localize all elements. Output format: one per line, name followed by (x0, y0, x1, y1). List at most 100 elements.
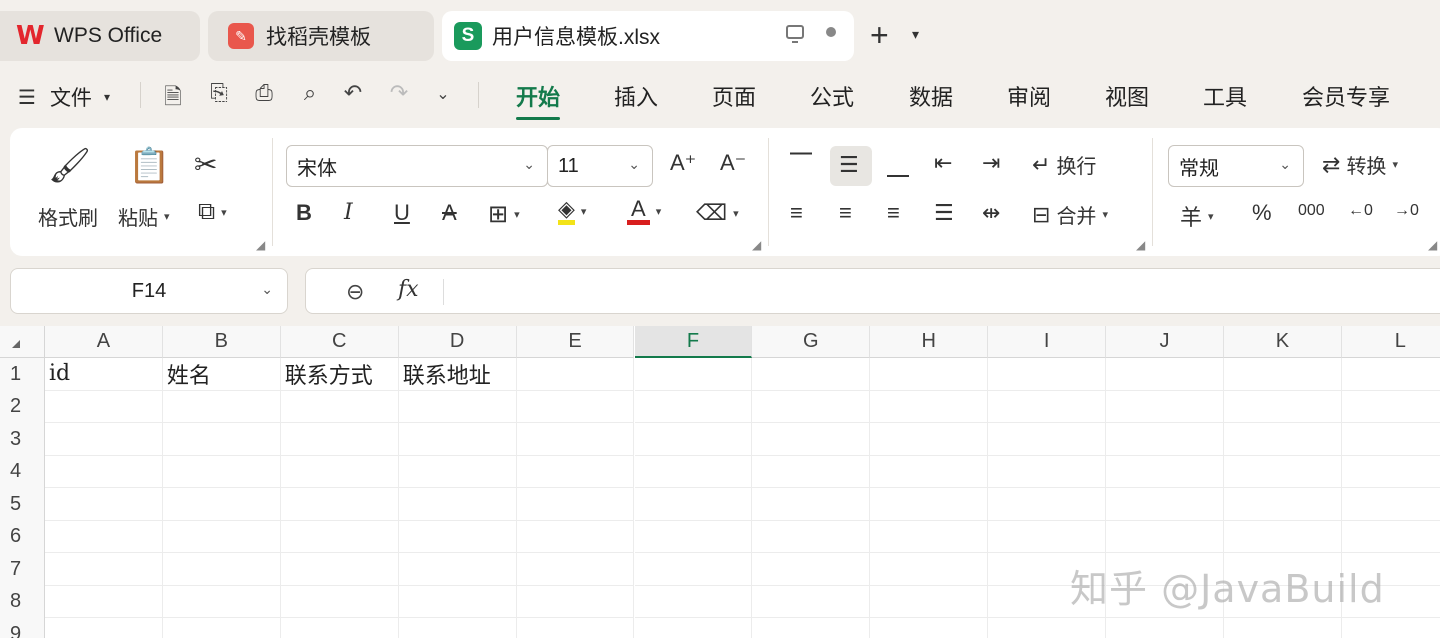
column-header-k[interactable]: K (1224, 326, 1342, 358)
cell-j9[interactable] (1106, 618, 1224, 638)
cell-h1[interactable] (870, 358, 989, 391)
cell-i4[interactable] (988, 455, 1107, 488)
column-header-i[interactable]: I (988, 326, 1107, 358)
row-header-3[interactable]: 3 (0, 423, 45, 456)
increase-indent-icon[interactable]: ⇥ (982, 150, 1000, 176)
decrease-decimal-icon[interactable]: →0 (1394, 202, 1419, 220)
cell-f6[interactable] (634, 520, 753, 553)
increase-font-icon[interactable]: A⁺ (670, 150, 696, 176)
number-format-select[interactable]: 常规 ⌄ (1168, 145, 1304, 187)
cell-b3[interactable] (162, 423, 281, 456)
expand-corner-icon[interactable]: ◢ (1136, 238, 1145, 252)
cell-d5[interactable] (398, 488, 517, 521)
font-name-select[interactable]: 宋体 ⌄ (286, 145, 548, 187)
cell-g4[interactable] (752, 455, 871, 488)
select-all-corner[interactable] (0, 326, 45, 358)
cell-c8[interactable] (280, 585, 399, 618)
cell-j6[interactable] (1106, 520, 1224, 553)
paste-button[interactable]: 📋 (128, 146, 170, 186)
row-header-5[interactable]: 5 (0, 488, 45, 521)
column-header-a[interactable]: A (45, 326, 163, 358)
expand-corner-icon[interactable]: ◢ (752, 238, 761, 252)
cell-j4[interactable] (1106, 455, 1224, 488)
tab-data[interactable]: 数据 (909, 80, 953, 112)
cell-f8[interactable] (634, 585, 753, 618)
column-header-e[interactable]: E (516, 326, 635, 358)
cell-l2[interactable] (1341, 391, 1440, 423)
cell-b6[interactable] (162, 520, 281, 553)
cell-l5[interactable] (1341, 488, 1440, 521)
column-header-f[interactable]: F (634, 326, 753, 358)
cell-f5[interactable] (634, 488, 753, 521)
cell-g6[interactable] (752, 520, 871, 553)
cell-f2[interactable] (634, 390, 753, 423)
row-header-9[interactable]: 9 (0, 618, 45, 638)
cell-d8[interactable] (398, 585, 517, 618)
cell-g7[interactable] (752, 553, 871, 586)
merge-dropdown[interactable]: ⊟ 合并 ▾ (1032, 200, 1108, 229)
cell-c9[interactable] (281, 618, 399, 638)
column-header-j[interactable]: J (1106, 326, 1224, 358)
column-header-d[interactable]: D (398, 326, 517, 358)
cell-b8[interactable] (162, 585, 281, 618)
cell-l3[interactable] (1341, 423, 1440, 456)
align-top-icon[interactable]: ⎺ (790, 150, 812, 176)
expand-corner-icon[interactable]: ◢ (256, 238, 265, 252)
cell-b2[interactable] (162, 390, 281, 423)
align-center-icon[interactable]: ≡ (839, 200, 852, 226)
row-header-2[interactable]: 2 (0, 390, 45, 423)
cell-a3[interactable] (45, 423, 163, 456)
unsaved-dot-icon[interactable] (826, 27, 836, 37)
cell-k6[interactable] (1224, 520, 1342, 553)
cell-b9[interactable] (163, 618, 281, 638)
cell-a4[interactable] (45, 455, 163, 488)
underline-icon[interactable]: U (394, 200, 410, 226)
cell-f3[interactable] (634, 423, 753, 456)
cell-e4[interactable] (516, 455, 635, 488)
cell-b7[interactable] (162, 553, 281, 586)
tab-page[interactable]: 页面 (712, 80, 756, 112)
cell-j1[interactable] (1106, 358, 1224, 391)
cell-f1[interactable] (634, 358, 753, 391)
cell-c7[interactable] (280, 553, 399, 586)
cell-h7[interactable] (870, 553, 989, 586)
cell-k5[interactable] (1224, 488, 1342, 521)
cell-c6[interactable] (280, 520, 399, 553)
undo-icon[interactable]: ↶ (338, 80, 368, 106)
cell-a8[interactable] (45, 585, 163, 618)
cell-a2[interactable] (45, 390, 163, 423)
export-icon[interactable]: ⎘ (204, 80, 234, 106)
new-tab-plus-icon[interactable]: + (870, 19, 889, 51)
font-color-dropdown[interactable]: A ▾ (627, 198, 661, 225)
percent-icon[interactable]: % (1252, 200, 1272, 226)
fill-color-dropdown[interactable]: ◈ ▾ (558, 198, 586, 225)
chevron-down-icon[interactable]: ⌄ (261, 281, 273, 298)
cell-f7[interactable] (634, 553, 753, 586)
currency-dropdown[interactable]: 羊 ▾ (1180, 200, 1214, 232)
tab-wps-office[interactable]: W WPS Office (0, 11, 200, 61)
cell-g8[interactable] (752, 585, 871, 618)
cell-h3[interactable] (870, 423, 989, 456)
cell-c4[interactable] (280, 455, 399, 488)
cell-j3[interactable] (1106, 423, 1224, 456)
column-header-g[interactable]: G (752, 326, 871, 358)
cell-e7[interactable] (516, 553, 635, 586)
tab-review[interactable]: 审阅 (1007, 80, 1051, 112)
file-menu-button[interactable]: ☰ 文件 ▾ (18, 82, 110, 112)
cell-j2[interactable] (1106, 390, 1224, 423)
cell-i2[interactable] (988, 390, 1107, 423)
cell-b1[interactable]: 姓名 (162, 358, 281, 391)
row-header-1[interactable]: 1 (0, 358, 45, 391)
cell-f4[interactable] (634, 455, 753, 488)
cell-g3[interactable] (752, 423, 871, 456)
cell-h8[interactable] (870, 585, 989, 618)
font-size-select[interactable]: 11 ⌄ (547, 145, 653, 187)
tab-view[interactable]: 视图 (1105, 80, 1149, 112)
cell-b5[interactable] (162, 488, 281, 521)
cell-h9[interactable] (870, 618, 989, 638)
cell-c2[interactable] (280, 390, 399, 423)
cell-l4[interactable] (1341, 456, 1440, 488)
chevron-down-icon[interactable]: ⌄ (428, 84, 458, 104)
redo-icon[interactable]: ↷ (384, 80, 414, 106)
tab-home[interactable]: 开始 (516, 80, 561, 120)
